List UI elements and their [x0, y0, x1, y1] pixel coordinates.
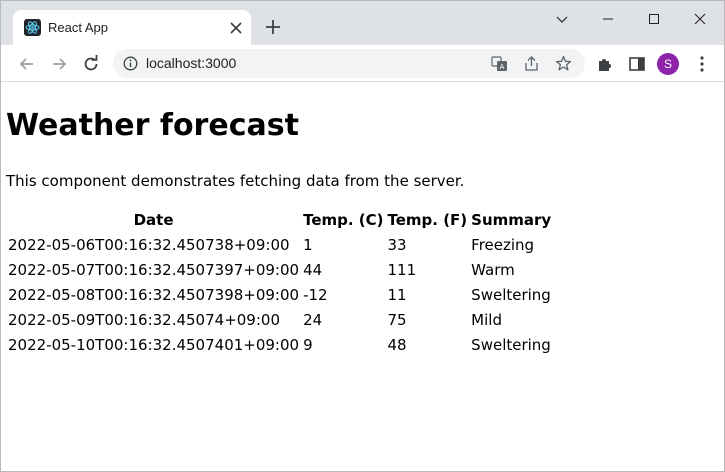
- cell-date: 2022-05-06T00:16:32.450738+09:00: [8, 235, 290, 254]
- column-header-date: Date: [133, 210, 174, 229]
- page-title: Weather forecast: [6, 108, 299, 143]
- tab-search-chevron-icon[interactable]: [552, 9, 572, 29]
- column-header-temp-c: Temp. (C): [303, 210, 384, 229]
- cell-summary: Mild: [471, 310, 502, 329]
- column-header-summary: Summary: [471, 210, 552, 229]
- browser-window: React App localhost:3000 A S Weather for…: [0, 0, 725, 472]
- svg-text:A: A: [500, 63, 505, 71]
- cell-summary: Sweltering: [471, 335, 551, 354]
- cell-temp-c: 9: [303, 335, 313, 354]
- page-content: Weather forecast This component demonstr…: [6, 83, 724, 471]
- cell-temp-f: 75: [387, 310, 407, 329]
- table-row: 2022-05-06T00:16:32.450738+09:00 1 33 Fr…: [6, 232, 553, 257]
- cell-date: 2022-05-09T00:16:32.45074+09:00: [8, 310, 280, 329]
- share-icon[interactable]: [523, 55, 540, 72]
- translate-icon[interactable]: A: [491, 55, 508, 72]
- react-logo-icon: [24, 19, 41, 36]
- column-header-temp-f: Temp. (F): [387, 210, 468, 229]
- browser-toolbar: localhost:3000 A: [1, 45, 724, 82]
- cell-temp-c: 24: [303, 310, 323, 329]
- cell-summary: Sweltering: [471, 285, 551, 304]
- side-panel-icon[interactable]: [627, 54, 647, 74]
- back-arrow-icon[interactable]: [17, 54, 37, 74]
- cell-date: 2022-05-07T00:16:32.4507397+09:00: [8, 260, 300, 279]
- extensions-icon[interactable]: [595, 54, 615, 74]
- new-tab-icon[interactable]: [265, 19, 281, 35]
- maximize-icon[interactable]: [644, 9, 664, 29]
- url-text[interactable]: localhost:3000: [146, 55, 236, 71]
- cell-temp-c: 44: [303, 260, 323, 279]
- cell-temp-c: -12: [303, 285, 328, 304]
- cell-summary: Freezing: [471, 235, 535, 254]
- tab-title: React App: [48, 20, 108, 35]
- cell-temp-c: 1: [303, 235, 313, 254]
- cell-date: 2022-05-08T00:16:32.4507398+09:00: [8, 285, 300, 304]
- cell-temp-f: 48: [387, 335, 407, 354]
- bookmark-star-icon[interactable]: [555, 55, 572, 72]
- forecast-table: Date Temp. (C) Temp. (F) Summary 2022-05…: [6, 207, 553, 357]
- forward-arrow-icon[interactable]: [49, 54, 69, 74]
- table-row: 2022-05-07T00:16:32.4507397+09:00 44 111…: [6, 257, 553, 282]
- close-tab-icon[interactable]: [229, 21, 243, 35]
- table-row: 2022-05-08T00:16:32.4507398+09:00 -12 11…: [6, 282, 553, 307]
- kebab-menu-icon[interactable]: [692, 54, 712, 74]
- address-bar[interactable]: localhost:3000 A: [113, 49, 585, 78]
- browser-tab[interactable]: React App: [13, 10, 251, 45]
- cell-temp-f: 111: [387, 260, 417, 279]
- reload-icon[interactable]: [81, 54, 101, 74]
- intro-text: This component demonstrates fetching dat…: [6, 172, 465, 190]
- minimize-icon[interactable]: [598, 9, 618, 29]
- cell-temp-f: 11: [387, 285, 407, 304]
- table-row: 2022-05-10T00:16:32.4507401+09:00 9 48 S…: [6, 332, 553, 357]
- cell-temp-f: 33: [387, 235, 407, 254]
- table-row: 2022-05-09T00:16:32.45074+09:00 24 75 Mi…: [6, 307, 553, 332]
- cell-summary: Warm: [471, 260, 515, 279]
- close-window-icon[interactable]: [690, 9, 710, 29]
- profile-avatar[interactable]: S: [657, 53, 679, 75]
- site-info-icon[interactable]: [123, 56, 138, 71]
- tab-strip: React App: [1, 1, 724, 45]
- cell-date: 2022-05-10T00:16:32.4507401+09:00: [8, 335, 300, 354]
- table-header-row: Date Temp. (C) Temp. (F) Summary: [6, 207, 553, 232]
